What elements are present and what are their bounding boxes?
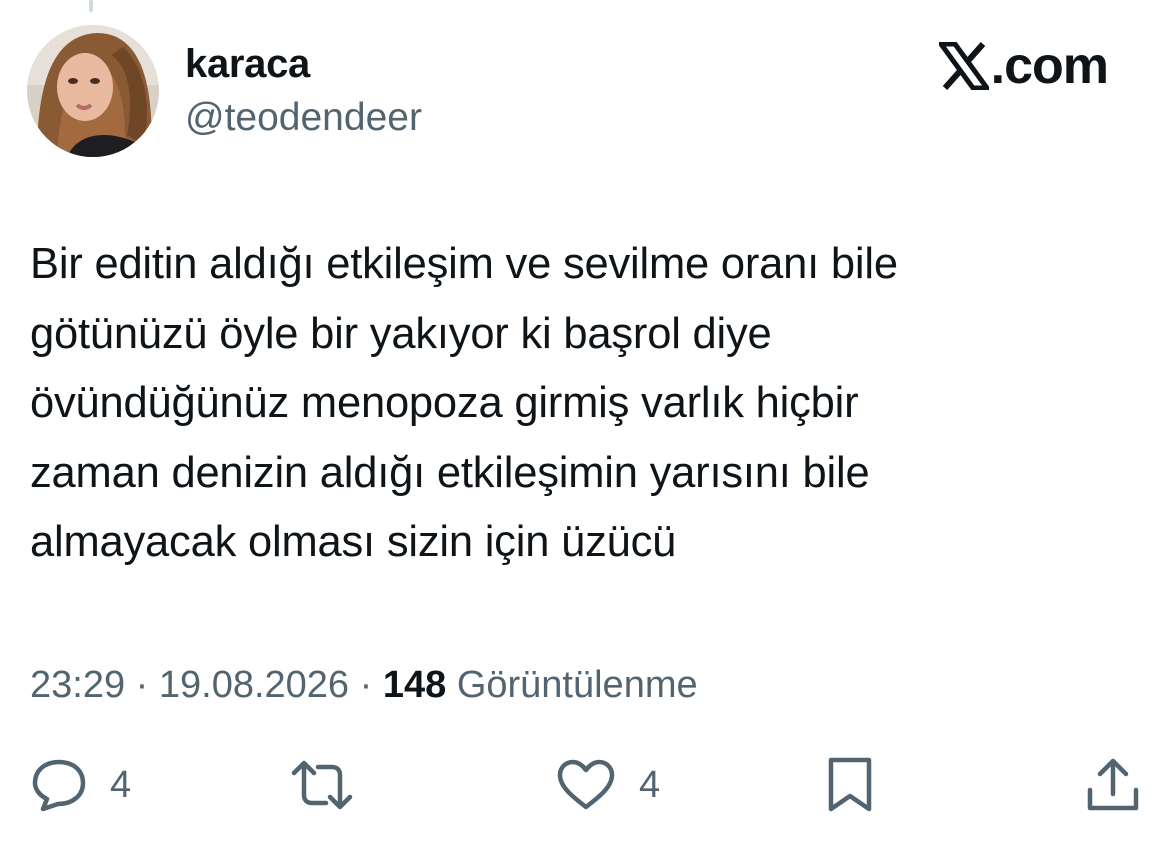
views-label: Görüntülenme: [456, 664, 698, 706]
like-count: 4: [639, 764, 661, 806]
share-button[interactable]: [1085, 755, 1141, 815]
brand-watermark: .com: [938, 36, 1109, 96]
tweet-date[interactable]: 19.08.2026: [159, 664, 349, 706]
retweet-button[interactable]: [290, 755, 354, 815]
share-upload-icon: [1087, 758, 1139, 811]
meta-separator: ·: [125, 664, 159, 706]
speech-bubble-icon: [32, 759, 86, 812]
retweet-arrows-icon: [291, 760, 353, 810]
meta-separator: ·: [349, 664, 383, 706]
views-count: 148: [382, 664, 447, 706]
tweet-action-bar: 4 4: [0, 755, 1170, 815]
author-handle[interactable]: @teodendeer: [185, 92, 422, 144]
bookmark-icon: [828, 757, 872, 812]
avatar-photo: [27, 25, 159, 157]
tweet-text: Bir editin aldığı etkileşim ve sevilme o…: [30, 240, 898, 566]
reply-count: 4: [110, 764, 132, 806]
brand-domain-label: .com: [990, 37, 1109, 95]
x-logo-icon: [938, 42, 989, 90]
reply-button[interactable]: 4: [30, 755, 131, 815]
avatar[interactable]: [27, 25, 159, 157]
thread-connector-line: [89, 0, 93, 12]
tweet-time[interactable]: 23:29: [30, 664, 125, 706]
heart-icon: [557, 759, 615, 810]
author-display-name[interactable]: karaca: [185, 38, 310, 90]
like-button[interactable]: 4: [555, 755, 660, 815]
bookmark-button[interactable]: [825, 755, 875, 815]
tweet-meta: 23:29 · 19.08.2026 · 148 Görüntülenme: [30, 660, 698, 710]
